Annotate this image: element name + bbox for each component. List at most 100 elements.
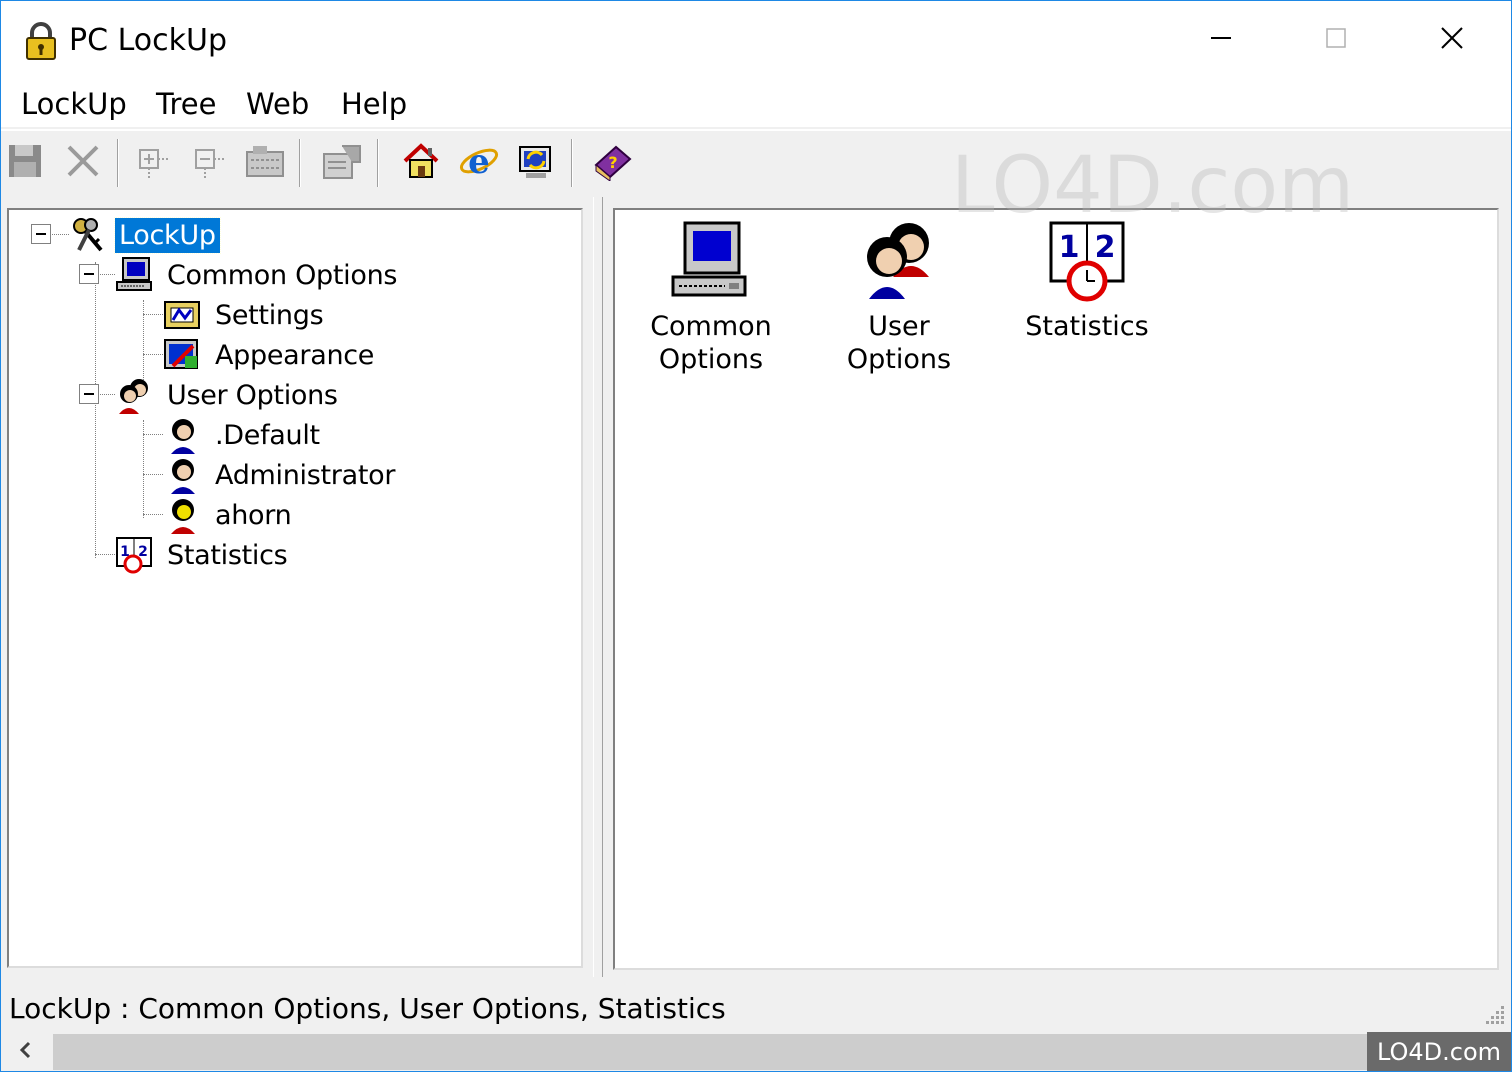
list-label-common-options-line1: Common — [650, 311, 772, 342]
toolbar: e ? — [1, 129, 1511, 193]
scrollbar-thumb[interactable] — [53, 1034, 1367, 1070]
computer-icon — [666, 216, 756, 306]
tree-label-lockup: LockUp — [114, 216, 221, 254]
tree-connector — [143, 474, 163, 475]
tree-connector — [49, 234, 69, 235]
expand-tree-icon — [134, 142, 172, 185]
statistics-icon: 12 — [115, 536, 155, 574]
tree-label-user-options: User Options — [167, 379, 338, 411]
svg-text:1: 1 — [1059, 230, 1080, 265]
close-button[interactable] — [1394, 1, 1509, 79]
tree-label-default-user: .Default — [215, 419, 320, 451]
collapse-tree-button[interactable] — [187, 141, 231, 185]
collapse-toggle-common-options[interactable] — [79, 264, 99, 284]
tree-item-administrator[interactable]: Administrator — [163, 456, 399, 494]
collapse-toggle-user-options[interactable] — [79, 384, 99, 404]
toolbar-separator — [377, 139, 379, 187]
expand-tree-button[interactable] — [131, 141, 175, 185]
x-icon — [65, 143, 101, 184]
svg-text:?: ? — [608, 153, 617, 172]
watermark-badge: LO4D.com — [1367, 1032, 1511, 1071]
scroll-left-button[interactable] — [1, 1032, 49, 1071]
user-icon — [163, 416, 203, 454]
list-view[interactable]: Common Options User Options 12 Statistic… — [613, 208, 1499, 970]
grid-icon — [245, 142, 285, 185]
resize-grip-icon[interactable] — [1483, 1004, 1505, 1026]
help-book-icon: ? — [592, 141, 634, 186]
tree-label-settings: Settings — [215, 299, 324, 331]
help-book-button[interactable]: ? — [591, 141, 635, 185]
tree-label-common-options: Common Options — [167, 259, 398, 291]
user-icon — [163, 456, 203, 494]
save-button[interactable] — [3, 141, 47, 185]
pane-splitter[interactable] — [593, 197, 603, 977]
internet-explorer-button[interactable]: e — [457, 141, 501, 185]
tree-label-ahorn: ahorn — [215, 499, 292, 531]
minimize-icon — [1209, 26, 1233, 55]
maximize-icon — [1324, 26, 1348, 55]
appearance-icon — [163, 336, 203, 374]
tree-connector — [95, 262, 96, 558]
tree-item-default-user[interactable]: .Default — [163, 416, 324, 454]
tree-item-settings[interactable]: Settings — [163, 296, 327, 334]
svg-text:2: 2 — [1095, 230, 1116, 265]
users-icon — [854, 216, 944, 306]
list-item-user-options[interactable]: User Options — [819, 216, 979, 376]
house-icon — [401, 141, 441, 186]
toolbar-separator — [299, 139, 301, 187]
ie-icon: e — [458, 140, 500, 187]
svg-text:e: e — [468, 142, 490, 182]
padlock-icon — [23, 21, 59, 61]
tree-connector — [95, 554, 115, 555]
floppy-disk-icon — [6, 142, 44, 185]
tree-item-statistics[interactable]: 12 Statistics — [115, 536, 291, 574]
status-bar: LockUp : Common Options, User Options, S… — [1, 986, 1511, 1032]
tree-label-administrator: Administrator — [215, 459, 396, 491]
menu-web[interactable]: Web — [246, 87, 309, 121]
statistics-icon: 12 — [1042, 216, 1132, 306]
properties-icon — [320, 142, 362, 185]
delete-button[interactable] — [61, 141, 105, 185]
collapse-toggle-lockup[interactable] — [31, 224, 51, 244]
chevron-left-icon — [17, 1040, 33, 1065]
tree-label-appearance: Appearance — [215, 339, 375, 371]
tree-label-statistics: Statistics — [167, 539, 288, 571]
view-button[interactable] — [243, 141, 287, 185]
tree-item-user-options[interactable]: User Options — [115, 376, 342, 414]
menu-tree[interactable]: Tree — [156, 87, 216, 121]
menu-lockup[interactable]: LockUp — [21, 87, 127, 121]
refresh-icon — [516, 141, 558, 186]
close-icon — [1439, 25, 1465, 56]
list-item-common-options[interactable]: Common Options — [631, 216, 791, 376]
title-bar[interactable]: PC LockUp — [1, 1, 1511, 81]
home-button[interactable] — [399, 141, 443, 185]
computer-icon — [115, 256, 155, 294]
tree-connector — [143, 514, 163, 515]
status-text: LockUp : Common Options, User Options, S… — [9, 992, 726, 1025]
list-label-common-options-line2: Options — [658, 344, 764, 375]
properties-button[interactable] — [319, 141, 363, 185]
tree-item-ahorn[interactable]: ahorn — [163, 496, 295, 534]
tree-item-common-options[interactable]: Common Options — [115, 256, 401, 294]
list-label-user-options: User Options — [846, 311, 952, 375]
horizontal-scrollbar[interactable] — [1, 1032, 1511, 1071]
tree-connector — [143, 434, 163, 435]
tree-item-lockup[interactable]: LockUp — [67, 216, 221, 254]
tree-connector — [143, 354, 163, 355]
refresh-button[interactable] — [515, 141, 559, 185]
maximize-button[interactable] — [1278, 1, 1393, 79]
menu-bar: LockUp Tree Web Help — [1, 81, 1511, 127]
toolbar-separator — [571, 139, 573, 187]
tree-connector — [143, 314, 163, 315]
tree-view[interactable]: LockUp Common Options Settings Appearanc… — [7, 208, 583, 1071]
list-label-statistics: Statistics — [1025, 311, 1149, 342]
minimize-button[interactable] — [1163, 1, 1278, 79]
toolbar-separator — [117, 139, 119, 187]
user-yellow-icon — [163, 496, 203, 534]
tree-item-appearance[interactable]: Appearance — [163, 336, 378, 374]
app-window: PC LockUp LockUp Tree Web Help e ? LockU… — [0, 0, 1512, 1072]
menu-help[interactable]: Help — [341, 87, 407, 121]
settings-icon — [163, 296, 203, 334]
window-title: PC LockUp — [69, 23, 227, 58]
list-item-statistics[interactable]: 12 Statistics — [1007, 216, 1167, 343]
